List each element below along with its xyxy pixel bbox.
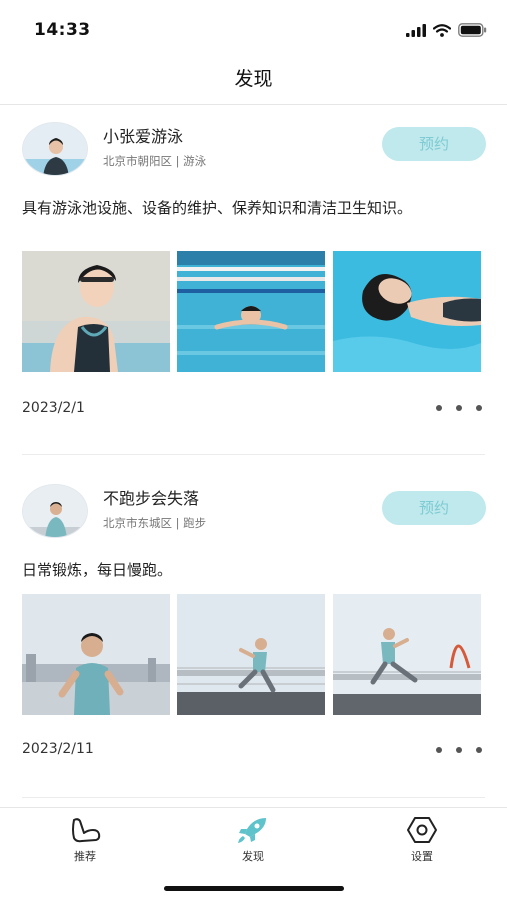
status-bar: 14:33 <box>0 0 507 56</box>
swimmer-poolside-photo[interactable] <box>22 251 170 372</box>
hexagon-settings-icon <box>407 817 437 843</box>
reserve-button[interactable]: 预约 <box>382 127 486 161</box>
tab-label: 推荐 <box>74 850 96 863</box>
tab-label: 发现 <box>242 850 264 863</box>
more-options-icon[interactable] <box>436 744 482 756</box>
post-divider <box>22 797 485 798</box>
post-location-category: 北京市东城区 | 跑步 <box>103 516 207 530</box>
cellular-signal-icon <box>406 23 426 37</box>
page-title: 发现 <box>234 68 273 90</box>
more-options-icon[interactable] <box>436 402 482 414</box>
reserve-button[interactable]: 预约 <box>382 491 486 525</box>
tab-settings[interactable]: 设置 <box>382 816 462 872</box>
tab-discover[interactable]: 发现 <box>213 816 293 872</box>
post-text: 日常锻炼，每日慢跑。 <box>22 561 173 579</box>
post-photo-grid <box>22 594 482 715</box>
discover-feed[interactable]: 小张爱游泳 北京市朝阳区 | 游泳 预约 具有游泳池设施、设备的维护、保养知识和… <box>0 105 507 807</box>
status-time: 14:33 <box>34 20 91 40</box>
runner-sprint-photo[interactable] <box>333 594 481 715</box>
tab-label: 设置 <box>411 850 433 863</box>
swimmer-floating-photo[interactable] <box>333 251 481 372</box>
runner-riverside-photo[interactable] <box>22 594 170 715</box>
post-divider <box>22 454 485 455</box>
post-date: 2023/2/11 <box>22 741 94 757</box>
swimmer-in-lanes-photo[interactable] <box>177 251 325 372</box>
post-text: 具有游泳池设施、设备的维护、保养知识和清洁卫生知识。 <box>22 199 413 217</box>
arm-icon <box>72 818 101 843</box>
post-author-name[interactable]: 小张爱游泳 <box>103 123 183 147</box>
runner-bridge-photo[interactable] <box>177 594 325 715</box>
post-photo-grid <box>22 251 482 372</box>
tab-recommend[interactable]: 推荐 <box>45 816 125 872</box>
wifi-icon <box>433 23 451 37</box>
status-icons <box>406 22 487 38</box>
post-author-name[interactable]: 不跑步会失落 <box>103 485 199 509</box>
avatar[interactable] <box>22 122 88 176</box>
rocket-icon <box>238 818 266 843</box>
avatar[interactable] <box>22 484 88 538</box>
battery-icon <box>458 23 487 37</box>
post-location-category: 北京市朝阳区 | 游泳 <box>103 154 207 168</box>
home-indicator <box>164 886 344 891</box>
post-date: 2023/2/1 <box>22 400 85 416</box>
